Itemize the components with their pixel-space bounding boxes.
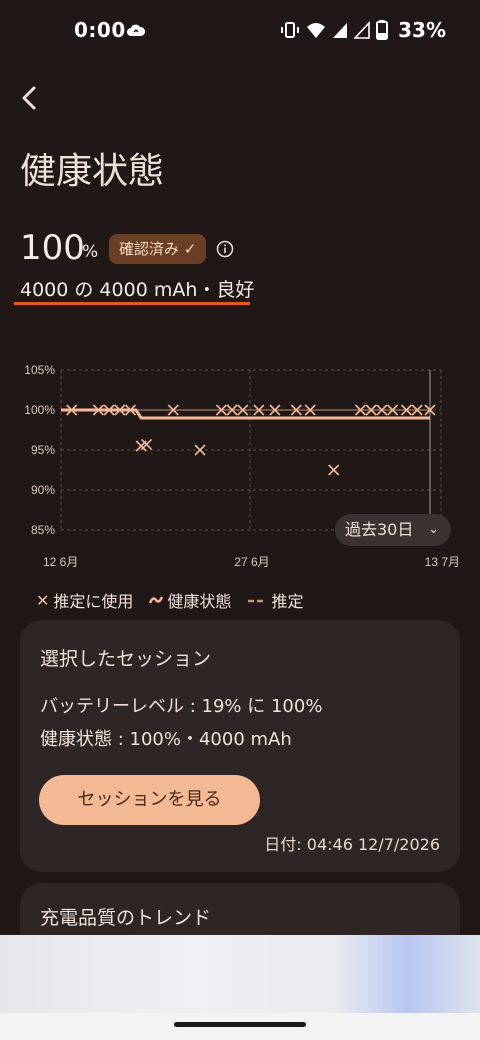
capacity-text: 4000 の 4000 mAh・良好 — [20, 279, 255, 301]
legend-used: 推定に使用 — [53, 592, 134, 611]
cloud-icon — [126, 22, 146, 41]
verified-badge: 確認済み ✓ — [109, 234, 207, 264]
y-tick-label: 95% — [31, 443, 55, 457]
legend-estimate: 推定 — [271, 592, 304, 611]
home-handle[interactable] — [174, 1022, 306, 1027]
vibrate-icon — [280, 21, 300, 43]
status-icons — [280, 20, 388, 44]
page-title: 健康状態 — [20, 151, 165, 192]
wifi-icon — [306, 21, 326, 43]
trend-card-title: 充電品質のトレンド — [40, 907, 212, 929]
selected-session-card: 選択したセッション バッテリーレベル : 19% に 100% 健康状態 : 1… — [20, 620, 460, 872]
health-percent: 100 — [20, 228, 85, 268]
view-session-button[interactable]: セッションを見る — [39, 775, 260, 825]
battery-icon — [376, 20, 388, 44]
range-selector[interactable]: 過去30日 ⌄ — [335, 514, 451, 546]
dash-icon — [247, 591, 267, 610]
chart-legend: ✕ 推定に使用 健康状態 推定 — [36, 588, 303, 612]
y-tick-label: 105% — [24, 363, 55, 377]
session-health-text: 健康状態 : 100%・4000 mAh — [40, 729, 292, 750]
x-tick-label: 27 6月 — [234, 555, 269, 569]
capacity-underline — [14, 302, 250, 305]
legend-health: 健康状態 — [167, 592, 232, 611]
signal-icon — [332, 21, 348, 43]
signal-icon-2 — [353, 20, 370, 43]
battery-level-text: バッテリーレベル : 19% に 100% — [40, 696, 323, 717]
session-card-title: 選択したセッション — [40, 648, 212, 670]
scatter-point — [194, 444, 206, 456]
x-tick-label: 12 6月 — [43, 555, 78, 569]
chevron-left-icon — [22, 86, 36, 110]
session-date: 日付: 04:46 12/7/2026 — [264, 835, 440, 854]
range-label: 過去30日 — [345, 520, 414, 539]
status-bar: 0:00 33% — [0, 0, 480, 64]
info-icon[interactable] — [216, 240, 234, 262]
status-time: 0:00 — [74, 18, 126, 42]
y-tick-label: 100% — [24, 403, 55, 417]
chevron-down-icon: ⌄ — [428, 522, 439, 537]
cross-icon: ✕ — [36, 590, 50, 610]
y-tick-label: 85% — [31, 523, 55, 537]
x-tick-label: 13 7月 — [425, 555, 460, 569]
health-percent-unit: % — [82, 242, 99, 262]
wave-icon — [149, 591, 164, 610]
scatter-point — [328, 464, 340, 476]
back-button[interactable] — [16, 84, 44, 112]
battery-percent: 33% — [398, 18, 446, 42]
y-tick-label: 90% — [31, 483, 55, 497]
blurred-banner — [0, 935, 480, 1013]
